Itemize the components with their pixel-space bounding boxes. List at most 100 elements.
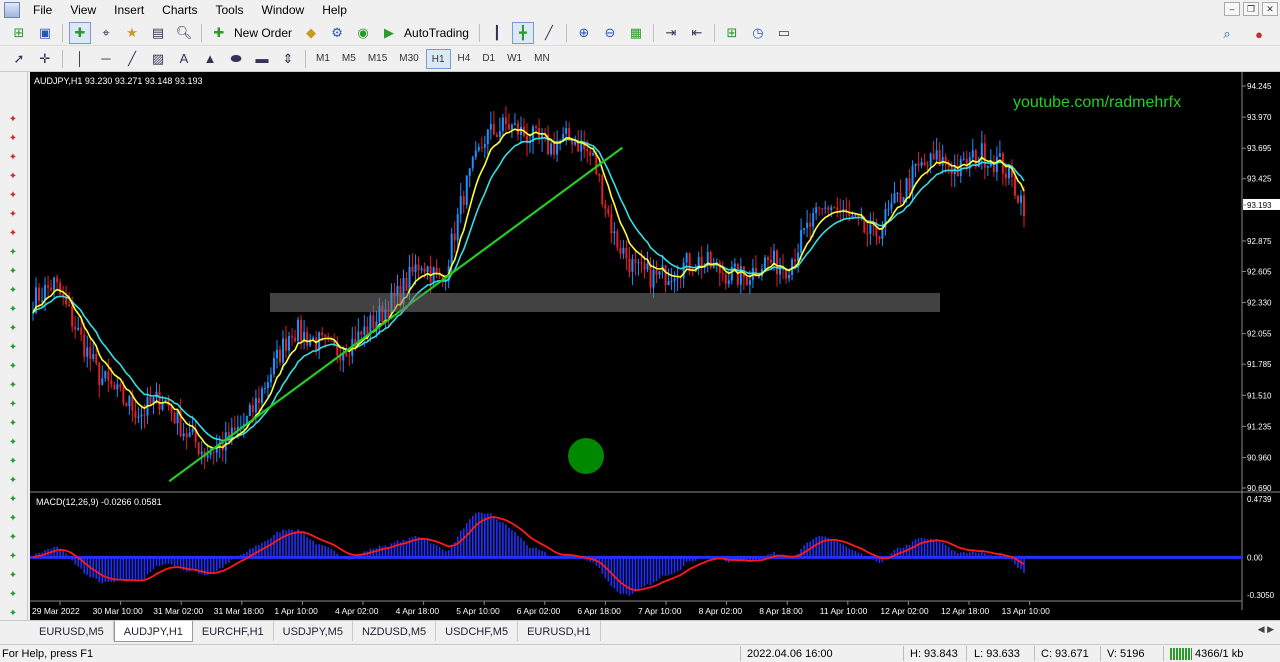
ellipse-icon[interactable]: ⬬ bbox=[225, 48, 247, 70]
terminal-icon[interactable]: ▤ bbox=[147, 22, 169, 44]
channel-icon[interactable]: ▨ bbox=[147, 48, 169, 70]
data-window-icon[interactable]: ⌖ bbox=[95, 22, 117, 44]
strategy-tester-icon[interactable]: 🔍︎ bbox=[173, 22, 195, 44]
horizontal-line-icon[interactable]: ─ bbox=[95, 48, 117, 70]
candle bbox=[878, 236, 881, 239]
menu-view[interactable]: View bbox=[61, 0, 105, 20]
chart-tab[interactable]: NZDUSD,M5 bbox=[353, 621, 437, 641]
timeframe-h1[interactable]: H1 bbox=[425, 48, 451, 69]
zoom-out-icon[interactable]: ⊖ bbox=[599, 22, 621, 44]
object-arrow-icon[interactable]: ✦ bbox=[6, 114, 20, 126]
object-arrow-icon[interactable]: ✦ bbox=[6, 228, 20, 240]
line-chart-icon[interactable]: ╱ bbox=[538, 22, 560, 44]
object-arrow-icon[interactable]: ✦ bbox=[6, 513, 20, 525]
market-watch-icon[interactable]: ✚ bbox=[69, 21, 91, 44]
object-arrow-icon[interactable]: ✦ bbox=[6, 608, 20, 620]
object-arrow-icon[interactable]: ✦ bbox=[6, 456, 20, 468]
new-order-icon[interactable]: ✚ bbox=[208, 22, 230, 44]
trendline-icon[interactable]: ╱ bbox=[121, 48, 143, 70]
object-arrow-icon[interactable]: ✦ bbox=[6, 418, 20, 430]
macd-tick-label: -0.3050 bbox=[1247, 591, 1275, 600]
timeframe-m1[interactable]: M1 bbox=[311, 49, 335, 69]
menu-charts[interactable]: Charts bbox=[153, 0, 206, 20]
timeframe-d1[interactable]: D1 bbox=[477, 49, 500, 69]
object-arrow-icon[interactable]: ✦ bbox=[6, 570, 20, 582]
close-icon[interactable]: ✕ bbox=[1262, 2, 1278, 16]
signals-icon[interactable]: ◉ bbox=[352, 22, 374, 44]
object-arrow-icon[interactable]: ✦ bbox=[6, 285, 20, 297]
object-arrow-icon[interactable]: ✦ bbox=[6, 551, 20, 563]
chart-tab[interactable]: USDJPY,M5 bbox=[274, 621, 353, 641]
chart-shift-icon[interactable]: ⇤ bbox=[686, 22, 708, 44]
chart-tab[interactable]: EURUSD,M5 bbox=[30, 621, 114, 641]
chart-canvas[interactable]: 94.245 93.970 93.695 93.425 93.193 92.875 92.6… bbox=[30, 72, 1280, 620]
chart-tab[interactable]: AUDJPY,H1 bbox=[113, 621, 193, 642]
zoom-in-icon[interactable]: ⊕ bbox=[573, 22, 595, 44]
object-arrow-icon[interactable]: ✦ bbox=[6, 190, 20, 202]
cursor-icon[interactable]: ➚ bbox=[8, 48, 30, 70]
candle bbox=[98, 363, 101, 385]
chart-window[interactable]: 94.245 93.970 93.695 93.425 93.193 92.875 92.6… bbox=[30, 72, 1280, 620]
object-arrow-icon[interactable]: ✦ bbox=[6, 437, 20, 449]
triangle-icon[interactable]: ▲ bbox=[199, 48, 221, 70]
macd-header: MACD(12,26,9) -0.0266 0.0581 bbox=[36, 497, 162, 507]
object-arrow-icon[interactable]: ✦ bbox=[6, 171, 20, 183]
object-arrow-icon[interactable]: ✦ bbox=[6, 266, 20, 278]
object-arrow-icon[interactable]: ✦ bbox=[6, 323, 20, 335]
autotrading-button[interactable]: AutoTrading bbox=[404, 26, 469, 40]
object-arrow-icon[interactable]: ✦ bbox=[6, 494, 20, 506]
object-arrow-icon[interactable]: ✦ bbox=[6, 361, 20, 373]
menu-help[interactable]: Help bbox=[313, 0, 356, 20]
chart-tab[interactable]: USDCHF,M5 bbox=[436, 621, 519, 641]
minimize-icon[interactable]: – bbox=[1224, 2, 1240, 16]
vertical-line-icon[interactable]: │ bbox=[69, 48, 91, 70]
tile-windows-icon[interactable]: ▦ bbox=[625, 22, 647, 44]
timeframe-m5[interactable]: M5 bbox=[337, 49, 361, 69]
object-arrow-icon[interactable]: ✦ bbox=[6, 304, 20, 316]
templates-icon[interactable]: ▭ bbox=[773, 22, 795, 44]
object-arrow-icon[interactable]: ✦ bbox=[6, 133, 20, 145]
alert-icon[interactable]: ● bbox=[1248, 23, 1270, 45]
timeframe-w1[interactable]: W1 bbox=[502, 49, 527, 69]
object-arrow-icon[interactable]: ✦ bbox=[6, 209, 20, 221]
object-arrow-icon[interactable]: ✦ bbox=[6, 152, 20, 164]
arrows-icon[interactable]: ⇕ bbox=[277, 48, 299, 70]
bar-chart-icon[interactable]: ┃ bbox=[486, 22, 508, 44]
timeframe-m15[interactable]: M15 bbox=[363, 49, 392, 69]
crosshair-icon[interactable]: ✛ bbox=[34, 48, 56, 70]
periods-icon[interactable]: ◷ bbox=[747, 22, 769, 44]
chart-tab[interactable]: EURUSD,H1 bbox=[518, 621, 601, 641]
candlestick-icon[interactable]: ╋ bbox=[511, 21, 534, 44]
metaeditor-icon[interactable]: ◆ bbox=[300, 22, 322, 44]
object-arrow-icon[interactable]: ✦ bbox=[6, 475, 20, 487]
indicators-icon[interactable]: ⊞ bbox=[721, 22, 743, 44]
object-arrow-icon[interactable]: ✦ bbox=[6, 247, 20, 259]
menu-tools[interactable]: Tools bbox=[207, 0, 253, 20]
timeframe-m30[interactable]: M30 bbox=[394, 49, 423, 69]
object-arrow-icon[interactable]: ✦ bbox=[6, 589, 20, 601]
text-icon[interactable]: A bbox=[173, 48, 195, 70]
timeframe-h4[interactable]: H4 bbox=[453, 49, 476, 69]
object-arrow-icon[interactable]: ✦ bbox=[6, 532, 20, 544]
object-arrow-icon[interactable]: ✦ bbox=[6, 380, 20, 392]
profiles-icon[interactable]: ▣ bbox=[34, 22, 56, 44]
rectangle-icon[interactable]: ▬ bbox=[251, 48, 273, 70]
options-icon[interactable]: ⚙ bbox=[326, 22, 348, 44]
menu-insert[interactable]: Insert bbox=[105, 0, 153, 20]
object-arrow-icon[interactable]: ✦ bbox=[6, 399, 20, 411]
new-chart-icon[interactable]: ⊞ bbox=[8, 22, 30, 44]
chart-tab[interactable]: EURCHF,H1 bbox=[193, 621, 274, 641]
navigator-icon[interactable]: ★ bbox=[121, 22, 143, 44]
restore-icon[interactable]: ❐ bbox=[1243, 2, 1259, 16]
search-icon[interactable]: ⌕ bbox=[1216, 23, 1238, 45]
candle bbox=[553, 143, 556, 155]
object-arrow-icon[interactable]: ✦ bbox=[6, 342, 20, 354]
new-order-button[interactable]: New Order bbox=[234, 26, 292, 40]
menu-window[interactable]: Window bbox=[253, 0, 314, 20]
menu-file[interactable]: File bbox=[24, 0, 61, 20]
autotrading-icon[interactable]: ▶ bbox=[378, 22, 400, 44]
price-tick-label: 94.245 bbox=[1247, 82, 1272, 91]
tab-scroll-arrows[interactable]: ◀ ▶ bbox=[1258, 624, 1274, 635]
timeframe-mn[interactable]: MN bbox=[529, 49, 555, 69]
auto-scroll-icon[interactable]: ⇥ bbox=[660, 22, 682, 44]
